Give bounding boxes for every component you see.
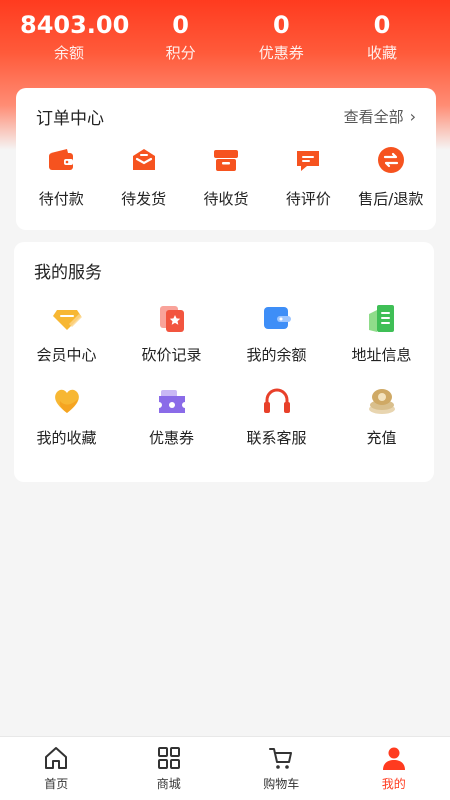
stat-value: 0 (373, 11, 391, 39)
wallet-icon (49, 149, 74, 170)
comment-icon (297, 151, 320, 171)
stat-value: 0 (272, 11, 290, 39)
order-label: 售后/退款 (358, 190, 424, 208)
box-icon (214, 150, 239, 171)
service-label: 联系客服 (246, 429, 307, 447)
order-pending-shipment[interactable]: 待发货 (102, 146, 184, 216)
order-center-header: 订单中心 查看全部 › (36, 102, 416, 130)
service-address-info[interactable]: 地址信息 (329, 302, 434, 365)
coin-stack-icon (368, 389, 395, 414)
order-label: 待评价 (285, 190, 331, 208)
diamond-icon (52, 310, 82, 330)
tab-mine[interactable]: 我的 (354, 745, 434, 792)
heart-icon (54, 389, 79, 413)
service-label: 我的余额 (246, 346, 307, 364)
service-label: 砍价记录 (141, 346, 202, 364)
order-after-sales[interactable]: 售后/退款 (350, 146, 432, 216)
stat-label: 优惠券 (258, 44, 304, 62)
user-icon (382, 747, 405, 770)
tab-label: 购物车 (263, 777, 300, 791)
order-status-row: 待付款 待发货 待收货 待评价 售后/退款 (16, 146, 436, 216)
my-services-title: 我的服务 (34, 263, 102, 283)
order-pending-review[interactable]: 待评价 (267, 146, 349, 216)
service-recharge[interactable]: 充值 (329, 385, 434, 448)
tab-mall[interactable]: 商城 (129, 745, 209, 792)
stat-balance[interactable]: 8403.00 余额 (20, 8, 130, 78)
chevron-right-icon: › (409, 106, 416, 126)
home-icon (45, 747, 68, 769)
stat-coupons[interactable]: 0 优惠券 (231, 8, 331, 78)
service-my-favorites[interactable]: 我的收藏 (14, 385, 119, 448)
order-label: 待付款 (38, 190, 84, 208)
view-all-orders-link[interactable]: 查看全部 › (344, 106, 416, 127)
balance-card-icon (263, 307, 291, 329)
service-customer-support[interactable]: 联系客服 (224, 385, 329, 448)
cart-icon (269, 748, 293, 769)
tab-label: 首页 (44, 777, 69, 791)
exchange-icon (377, 147, 404, 173)
stat-label: 余额 (54, 44, 85, 62)
services-grid: 会员中心 砍价记录 我的余额 地址信息 我的收藏 优惠券 联系客服 充值 (14, 302, 434, 448)
service-member-center[interactable]: 会员中心 (14, 302, 119, 365)
bottom-tab-bar: 首页 商城 购物车 我的 (0, 736, 450, 800)
service-label: 会员中心 (36, 346, 97, 364)
stat-value: 8403.00 (20, 11, 130, 39)
order-pending-payment[interactable]: 待付款 (20, 146, 102, 216)
service-label: 充值 (366, 429, 397, 447)
service-my-balance[interactable]: 我的余额 (224, 302, 329, 365)
stat-favorites[interactable]: 0 收藏 (332, 8, 432, 78)
order-label: 待发货 (121, 190, 167, 208)
stat-label: 积分 (165, 44, 196, 62)
grid-icon (157, 747, 180, 769)
tab-cart[interactable]: 购物车 (241, 745, 321, 792)
address-list-icon (368, 305, 394, 332)
package-icon (132, 149, 155, 170)
profile-page: 8403.00 余额 0 积分 0 优惠券 0 收藏 订单中心 查看全部 › 待… (0, 0, 450, 800)
account-stats: 8403.00 余额 0 积分 0 优惠券 0 收藏 (0, 8, 450, 78)
service-label: 我的收藏 (36, 429, 97, 447)
service-label: 地址信息 (351, 346, 412, 364)
coupon-icon (158, 390, 185, 413)
order-label: 待收货 (203, 190, 249, 208)
order-center-card: 订单中心 查看全部 › 待付款 待发货 待收货 待评价 售后/退款 (16, 88, 436, 230)
tab-label: 商城 (156, 777, 181, 791)
headset-icon (263, 388, 290, 413)
tab-label: 我的 (381, 777, 406, 791)
stat-value: 0 (172, 11, 189, 39)
service-bargain-records[interactable]: 砍价记录 (119, 302, 224, 365)
stat-label: 收藏 (366, 44, 397, 62)
service-label: 优惠券 (148, 429, 194, 447)
tab-home[interactable]: 首页 (16, 745, 96, 792)
order-pending-receipt[interactable]: 待收货 (185, 146, 267, 216)
order-center-title: 订单中心 (36, 108, 104, 129)
my-services-card: 我的服务 会员中心 砍价记录 我的余额 地址信息 我的收藏 优惠券 联系客服 充… (14, 242, 434, 482)
stat-points[interactable]: 0 积分 (131, 8, 231, 78)
view-all-label: 查看全部 (343, 107, 404, 126)
service-coupons[interactable]: 优惠券 (119, 385, 224, 448)
bargain-icon (159, 306, 184, 332)
